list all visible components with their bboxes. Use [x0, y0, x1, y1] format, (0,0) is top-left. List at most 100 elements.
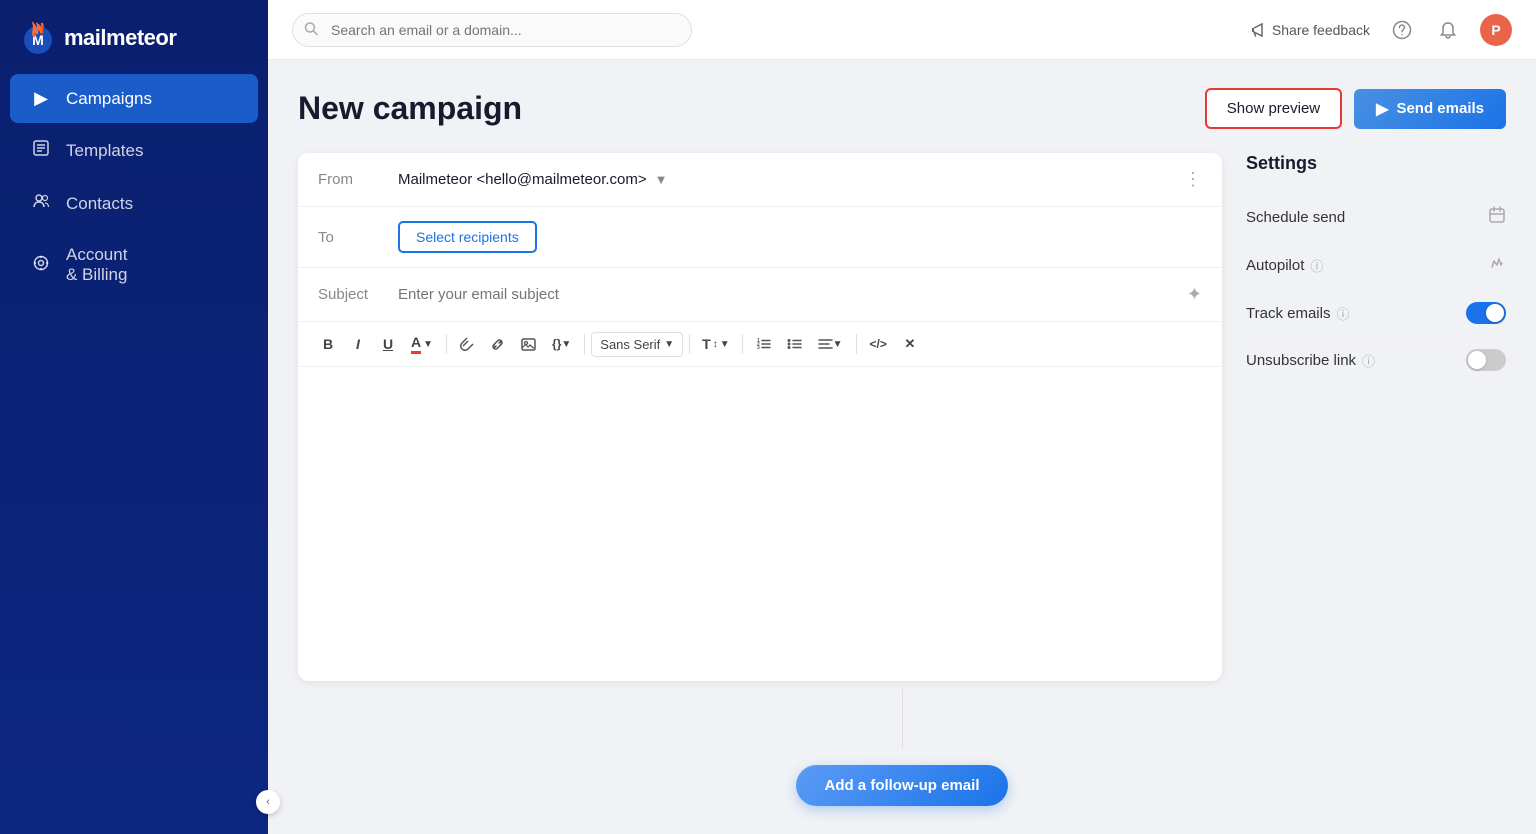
email-editor-body[interactable]	[298, 367, 1222, 681]
send-emails-button[interactable]: ▶ Send emails	[1354, 89, 1506, 129]
logo-icon: M	[20, 20, 56, 56]
code-button[interactable]: </>	[863, 330, 894, 358]
subject-input[interactable]	[398, 286, 1187, 303]
sidebar-item-campaigns[interactable]: ▶ Campaigns	[10, 74, 258, 123]
schedule-send-item: Schedule send	[1246, 194, 1506, 242]
account-billing-icon	[30, 254, 52, 277]
sidebar-item-contacts-label: Contacts	[66, 194, 133, 214]
from-content: Mailmeteor <hello@mailmeteor.com> ▼	[398, 171, 1184, 188]
ordered-list-button[interactable]: 123	[749, 330, 778, 358]
header-actions: Show preview ▶ Send emails	[1205, 88, 1506, 129]
image-button[interactable]	[514, 330, 543, 358]
share-feedback-button[interactable]: Share feedback	[1250, 22, 1370, 38]
autopilot-label: Autopilot ⓘ	[1246, 256, 1323, 275]
page-content: New campaign Show preview ▶ Send emails …	[268, 60, 1536, 834]
sidebar-item-account-billing-label: Account& Billing	[66, 245, 127, 285]
bold-button[interactable]: B	[314, 330, 342, 358]
templates-icon	[30, 139, 52, 162]
search-box	[292, 13, 692, 47]
font-family-chevron: ▼	[664, 339, 674, 350]
add-followup-button[interactable]: Add a follow-up email	[796, 765, 1007, 806]
sidebar-item-templates[interactable]: Templates	[10, 125, 258, 176]
ai-sparkle-icon[interactable]: ✦	[1187, 284, 1202, 305]
settings-panel: Settings Schedule send Autopilot ⓘ	[1246, 153, 1506, 681]
from-value: Mailmeteor <hello@mailmeteor.com>	[398, 171, 647, 188]
variables-button[interactable]: {} ▼	[545, 330, 578, 358]
follow-up-divider	[902, 689, 903, 749]
underline-button[interactable]: U	[374, 330, 402, 358]
show-preview-button[interactable]: Show preview	[1205, 88, 1342, 129]
align-button[interactable]: ▼	[811, 330, 850, 358]
track-emails-toggle[interactable]	[1466, 302, 1506, 324]
sidebar-item-account-billing[interactable]: Account& Billing	[10, 231, 258, 299]
font-family-selector[interactable]: Sans Serif ▼	[591, 332, 683, 357]
unordered-list-button[interactable]	[780, 330, 809, 358]
search-icon	[304, 21, 318, 38]
from-dropdown-arrow[interactable]: ▼	[655, 172, 668, 187]
user-avatar[interactable]: P	[1480, 14, 1512, 46]
logo-text: mailmeteor	[64, 25, 176, 51]
track-emails-toggle-knob	[1486, 304, 1504, 322]
sidebar: M mailmeteor ▶ Campaigns Templates Conta…	[0, 0, 268, 834]
page-header: New campaign Show preview ▶ Send emails	[298, 88, 1506, 129]
send-icon: ▶	[1376, 99, 1388, 119]
main-area: Share feedback P New campaign Show previ…	[268, 0, 1536, 834]
unsubscribe-link-toggle[interactable]	[1466, 349, 1506, 371]
subject-content	[398, 286, 1187, 303]
sidebar-item-campaigns-label: Campaigns	[66, 89, 152, 109]
page-title: New campaign	[298, 90, 522, 127]
sidebar-item-contacts[interactable]: Contacts	[10, 178, 258, 229]
to-field: To Select recipients	[298, 207, 1222, 268]
toolbar-sep-1	[446, 334, 447, 354]
to-content: Select recipients	[398, 221, 1202, 253]
topbar: Share feedback P	[268, 0, 1536, 60]
toolbar-sep-3	[689, 334, 690, 354]
svg-text:3: 3	[757, 345, 760, 351]
megaphone-icon	[1250, 22, 1266, 38]
sidebar-collapse-button[interactable]: ‹	[256, 790, 280, 814]
subject-label: Subject	[318, 286, 398, 303]
toolbar-sep-4	[742, 334, 743, 354]
select-recipients-button[interactable]: Select recipients	[398, 221, 537, 253]
attachment-button[interactable]	[453, 330, 481, 358]
contacts-icon	[30, 192, 52, 215]
notifications-button[interactable]	[1434, 16, 1462, 44]
topbar-right: Share feedback P	[1250, 14, 1512, 46]
text-color-button[interactable]: A ▼	[404, 330, 440, 358]
italic-button[interactable]: I	[344, 330, 372, 358]
to-label: To	[318, 229, 398, 246]
subject-field: Subject ✦	[298, 268, 1222, 322]
search-input[interactable]	[292, 13, 692, 47]
editor-toolbar: B I U A ▼	[298, 322, 1222, 367]
schedule-send-icon[interactable]	[1488, 206, 1506, 229]
from-label: From	[318, 171, 398, 188]
track-emails-info-icon[interactable]: ⓘ	[1336, 304, 1349, 323]
campaigns-icon: ▶	[30, 88, 52, 109]
share-feedback-label: Share feedback	[1272, 22, 1370, 38]
track-emails-item: Track emails ⓘ	[1246, 290, 1506, 337]
settings-title: Settings	[1246, 153, 1506, 174]
sidebar-nav: ▶ Campaigns Templates Contacts Account& …	[0, 72, 268, 301]
send-emails-label: Send emails	[1396, 100, 1484, 117]
help-button[interactable]	[1388, 16, 1416, 44]
composer-wrapper: From Mailmeteor <hello@mailmeteor.com> ▼…	[298, 153, 1506, 681]
link-button[interactable]	[483, 330, 512, 358]
sidebar-item-templates-label: Templates	[66, 141, 143, 161]
autopilot-info-icon[interactable]: ⓘ	[1310, 256, 1323, 275]
clear-format-button[interactable]: ✕	[896, 330, 924, 358]
email-composer: From Mailmeteor <hello@mailmeteor.com> ▼…	[298, 153, 1222, 681]
toolbar-sep-5	[856, 334, 857, 354]
font-family-label: Sans Serif	[600, 337, 660, 352]
unsubscribe-info-icon[interactable]: ⓘ	[1362, 351, 1375, 370]
unsubscribe-link-item: Unsubscribe link ⓘ	[1246, 337, 1506, 384]
autopilot-icon[interactable]	[1488, 254, 1506, 277]
font-size-selector[interactable]: T ↕ ▼	[696, 332, 735, 356]
unsubscribe-link-toggle-knob	[1468, 351, 1486, 369]
from-field: From Mailmeteor <hello@mailmeteor.com> ▼…	[298, 153, 1222, 207]
autopilot-item: Autopilot ⓘ	[1246, 242, 1506, 290]
logo: M mailmeteor	[0, 0, 268, 72]
track-emails-label: Track emails ⓘ	[1246, 304, 1349, 323]
unsubscribe-link-label: Unsubscribe link ⓘ	[1246, 351, 1375, 370]
more-options-icon[interactable]: ⋮	[1184, 169, 1202, 190]
schedule-send-label: Schedule send	[1246, 209, 1345, 226]
